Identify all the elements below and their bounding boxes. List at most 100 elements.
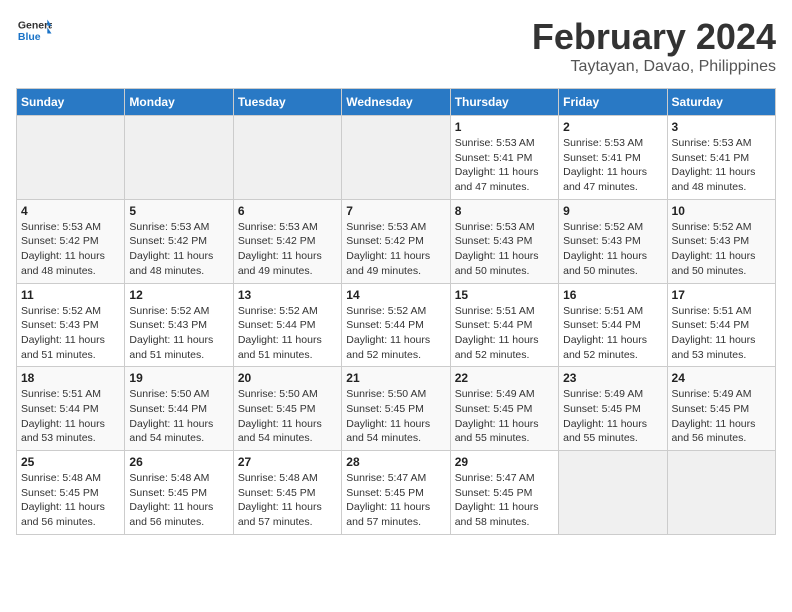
day-info: Sunrise: 5:53 AMSunset: 5:42 PMDaylight:… — [346, 220, 445, 279]
calendar-cell: 8 Sunrise: 5:53 AMSunset: 5:43 PMDaylight… — [450, 199, 558, 283]
calendar-cell: 26Sunrise: 5:48 AMSunset: 5:45 PMDayligh… — [125, 451, 233, 535]
calendar-week-row: 18 Sunrise: 5:51 AMSunset: 5:44 PMDayligh… — [17, 367, 776, 451]
title-section: February 2024 Taytayan, Davao, Philippin… — [532, 16, 776, 76]
calendar-week-row: 11 Sunrise: 5:52 AMSunset: 5:43 PMDayligh… — [17, 283, 776, 367]
day-number: 18 — [21, 371, 120, 385]
calendar-cell: 16Sunrise: 5:51 AMSunset: 5:44 PMDayligh… — [559, 283, 667, 367]
day-info: Sunrise: 5:51 AMSunset: 5:44 PMDaylight:… — [672, 304, 771, 363]
calendar-cell: 21 Sunrise: 5:50 AMSunset: 5:45 PMDayligh… — [342, 367, 450, 451]
calendar-cell: 24 Sunrise: 5:49 AMSunset: 5:45 PMDayligh… — [667, 367, 775, 451]
calendar-cell: 17 Sunrise: 5:51 AMSunset: 5:44 PMDayligh… — [667, 283, 775, 367]
day-number: 22 — [455, 371, 554, 385]
column-header-friday: Friday — [559, 89, 667, 116]
day-number: 19 — [129, 371, 228, 385]
day-info: Sunrise: 5:51 AMSunset: 5:44 PMDaylight:… — [455, 304, 554, 363]
column-header-tuesday: Tuesday — [233, 89, 341, 116]
calendar-week-row: 1 Sunrise: 5:53 AMSunset: 5:41 PMDaylight… — [17, 116, 776, 200]
column-header-saturday: Saturday — [667, 89, 775, 116]
calendar-cell: 6 Sunrise: 5:53 AMSunset: 5:42 PMDaylight… — [233, 199, 341, 283]
day-number: 27 — [238, 455, 337, 469]
day-info: Sunrise: 5:47 AMSunset: 5:45 PMDaylight:… — [346, 471, 445, 530]
day-number: 25 — [21, 455, 120, 469]
day-number: 13 — [238, 288, 337, 302]
day-info: Sunrise: 5:53 AMSunset: 5:43 PMDaylight:… — [455, 220, 554, 279]
day-info: Sunrise: 5:48 AMSunset: 5:45 PMDaylight:… — [21, 471, 120, 530]
day-number: 14 — [346, 288, 445, 302]
calendar-cell: 14 Sunrise: 5:52 AMSunset: 5:44 PMDayligh… — [342, 283, 450, 367]
calendar-cell: 5Sunrise: 5:53 AMSunset: 5:42 PMDaylight… — [125, 199, 233, 283]
day-info: Sunrise: 5:50 AMSunset: 5:44 PMDaylight:… — [129, 387, 228, 446]
day-number: 4 — [21, 204, 120, 218]
calendar-cell: 29 Sunrise: 5:47 AMSunset: 5:45 PMDayligh… — [450, 451, 558, 535]
day-number: 16 — [563, 288, 662, 302]
calendar-cell: 18 Sunrise: 5:51 AMSunset: 5:44 PMDayligh… — [17, 367, 125, 451]
calendar-cell: 12Sunrise: 5:52 AMSunset: 5:43 PMDayligh… — [125, 283, 233, 367]
day-info: Sunrise: 5:51 AMSunset: 5:44 PMDaylight:… — [21, 387, 120, 446]
day-number: 24 — [672, 371, 771, 385]
calendar-cell — [342, 116, 450, 200]
calendar-week-row: 4 Sunrise: 5:53 AMSunset: 5:42 PMDaylight… — [17, 199, 776, 283]
day-info: Sunrise: 5:53 AMSunset: 5:41 PMDaylight:… — [672, 136, 771, 195]
day-info: Sunrise: 5:47 AMSunset: 5:45 PMDaylight:… — [455, 471, 554, 530]
column-header-wednesday: Wednesday — [342, 89, 450, 116]
calendar-cell: 2Sunrise: 5:53 AMSunset: 5:41 PMDaylight… — [559, 116, 667, 200]
day-number: 5 — [129, 204, 228, 218]
day-number: 3 — [672, 120, 771, 134]
day-info: Sunrise: 5:52 AMSunset: 5:43 PMDaylight:… — [672, 220, 771, 279]
day-info: Sunrise: 5:52 AMSunset: 5:44 PMDaylight:… — [346, 304, 445, 363]
calendar-cell: 19 Sunrise: 5:50 AMSunset: 5:44 PMDayligh… — [125, 367, 233, 451]
day-info: Sunrise: 5:50 AMSunset: 5:45 PMDaylight:… — [238, 387, 337, 446]
calendar-cell: 3 Sunrise: 5:53 AMSunset: 5:41 PMDaylight… — [667, 116, 775, 200]
day-number: 1 — [455, 120, 554, 134]
calendar-cell — [17, 116, 125, 200]
day-info: Sunrise: 5:53 AMSunset: 5:41 PMDaylight:… — [563, 136, 662, 195]
calendar-cell: 22 Sunrise: 5:49 AMSunset: 5:45 PMDayligh… — [450, 367, 558, 451]
calendar-table: SundayMondayTuesdayWednesdayThursdayFrid… — [16, 88, 776, 535]
day-info: Sunrise: 5:53 AMSunset: 5:42 PMDaylight:… — [21, 220, 120, 279]
calendar-cell: 4 Sunrise: 5:53 AMSunset: 5:42 PMDaylight… — [17, 199, 125, 283]
calendar-cell: 20 Sunrise: 5:50 AMSunset: 5:45 PMDayligh… — [233, 367, 341, 451]
calendar-cell — [667, 451, 775, 535]
calendar-cell: 15 Sunrise: 5:51 AMSunset: 5:44 PMDayligh… — [450, 283, 558, 367]
day-info: Sunrise: 5:50 AMSunset: 5:45 PMDaylight:… — [346, 387, 445, 446]
calendar-cell: 25 Sunrise: 5:48 AMSunset: 5:45 PMDayligh… — [17, 451, 125, 535]
day-number: 23 — [563, 371, 662, 385]
calendar-week-row: 25 Sunrise: 5:48 AMSunset: 5:45 PMDayligh… — [17, 451, 776, 535]
calendar-cell: 7 Sunrise: 5:53 AMSunset: 5:42 PMDaylight… — [342, 199, 450, 283]
column-header-thursday: Thursday — [450, 89, 558, 116]
day-info: Sunrise: 5:49 AMSunset: 5:45 PMDaylight:… — [563, 387, 662, 446]
calendar-cell: 13 Sunrise: 5:52 AMSunset: 5:44 PMDayligh… — [233, 283, 341, 367]
day-info: Sunrise: 5:53 AMSunset: 5:42 PMDaylight:… — [238, 220, 337, 279]
day-info: Sunrise: 5:52 AMSunset: 5:43 PMDaylight:… — [21, 304, 120, 363]
month-title: February 2024 — [532, 16, 776, 58]
day-number: 10 — [672, 204, 771, 218]
logo-icon: General Blue — [16, 16, 52, 44]
day-number: 9 — [563, 204, 662, 218]
day-number: 15 — [455, 288, 554, 302]
calendar-cell: 9 Sunrise: 5:52 AMSunset: 5:43 PMDaylight… — [559, 199, 667, 283]
day-info: Sunrise: 5:52 AMSunset: 5:44 PMDaylight:… — [238, 304, 337, 363]
logo: General Blue — [16, 16, 52, 44]
day-number: 29 — [455, 455, 554, 469]
day-number: 8 — [455, 204, 554, 218]
day-info: Sunrise: 5:48 AMSunset: 5:45 PMDaylight:… — [238, 471, 337, 530]
day-number: 26 — [129, 455, 228, 469]
calendar-cell: 10 Sunrise: 5:52 AMSunset: 5:43 PMDayligh… — [667, 199, 775, 283]
day-number: 21 — [346, 371, 445, 385]
day-number: 20 — [238, 371, 337, 385]
svg-text:Blue: Blue — [18, 31, 41, 43]
day-number: 11 — [21, 288, 120, 302]
day-info: Sunrise: 5:52 AMSunset: 5:43 PMDaylight:… — [563, 220, 662, 279]
calendar-cell — [559, 451, 667, 535]
svg-text:General: General — [18, 20, 52, 32]
page-header: General Blue February 2024 Taytayan, Dav… — [16, 16, 776, 76]
calendar-cell: 28 Sunrise: 5:47 AMSunset: 5:45 PMDayligh… — [342, 451, 450, 535]
day-number: 17 — [672, 288, 771, 302]
calendar-cell: 1Sunrise: 5:53 AMSunset: 5:41 PMDaylight… — [450, 116, 558, 200]
calendar-cell: 23 Sunrise: 5:49 AMSunset: 5:45 PMDayligh… — [559, 367, 667, 451]
day-info: Sunrise: 5:49 AMSunset: 5:45 PMDaylight:… — [455, 387, 554, 446]
day-info: Sunrise: 5:49 AMSunset: 5:45 PMDaylight:… — [672, 387, 771, 446]
day-number: 7 — [346, 204, 445, 218]
day-number: 6 — [238, 204, 337, 218]
day-number: 28 — [346, 455, 445, 469]
